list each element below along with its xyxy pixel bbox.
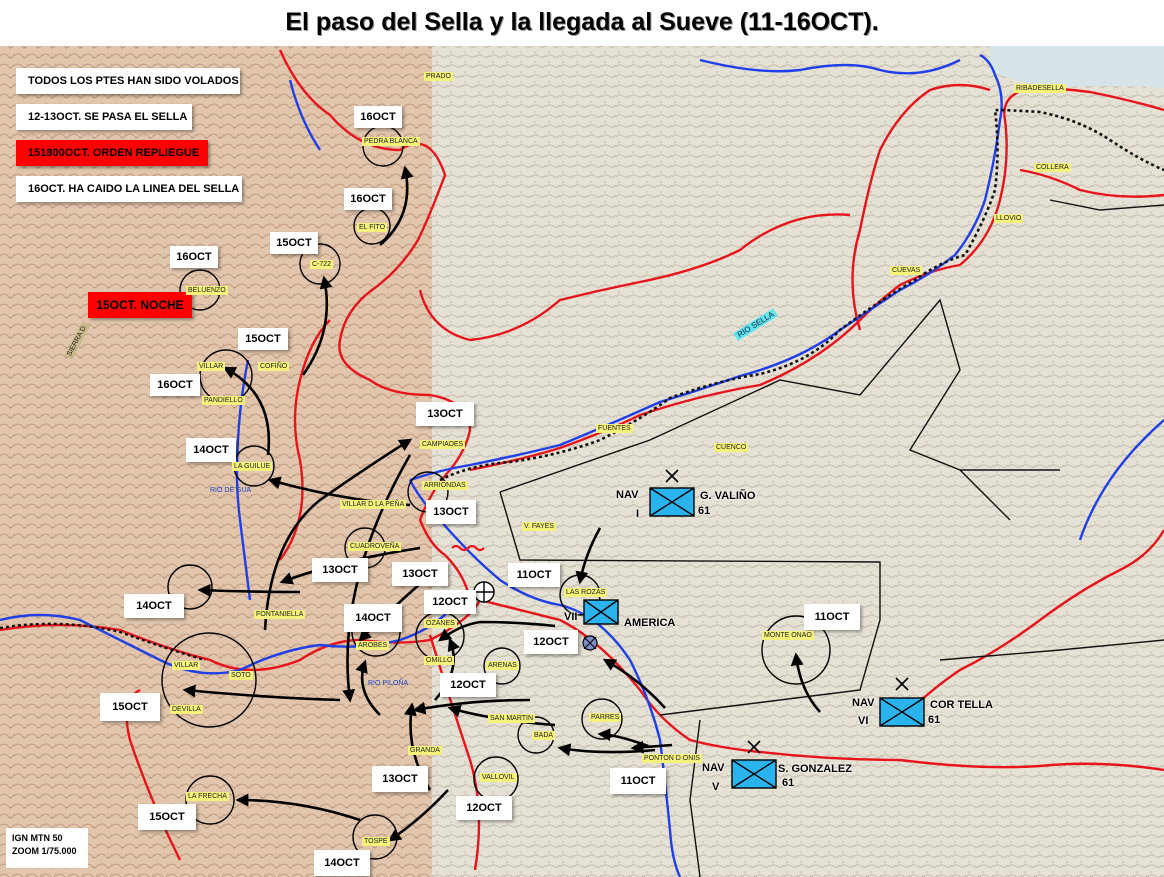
date-label: 16OCT	[170, 246, 218, 268]
date-label: 15OCT	[138, 804, 196, 830]
unit-name-tella: COR TELLA	[930, 699, 993, 711]
note-line-fallen: 16OCT. HA CAIDO LA LINEA DEL SELLA	[16, 176, 242, 202]
unit-side-valino: NAV	[616, 489, 639, 501]
unit-div-tella: 61	[928, 714, 941, 726]
place-label: CUADROVEÑA	[348, 542, 402, 551]
place-label: PRADO	[424, 72, 453, 81]
unit-side-america: VII	[564, 611, 578, 623]
place-label: RIBADESELLA	[1014, 84, 1066, 93]
unit-side-gonzalez: NAV	[702, 762, 725, 774]
date-label: 13OCT	[372, 766, 428, 792]
place-label: VILLAR	[172, 661, 201, 670]
place-label: TOSPE	[362, 837, 390, 846]
date-label: 11OCT	[508, 563, 560, 587]
place-label: V. FAYES	[522, 522, 556, 531]
date-label: 12OCT	[424, 590, 476, 614]
unit-corps-valino: I	[636, 508, 640, 520]
unit-corps-gonzalez: V	[712, 781, 720, 793]
place-label: FUENTES	[596, 424, 633, 433]
date-label: 12OCT	[456, 796, 512, 820]
legend-line-2: ZOOM 1/75.000	[12, 846, 77, 856]
place-label: BELUENZO	[186, 286, 228, 295]
place-label: FONTANIELLA	[254, 610, 306, 619]
date-label: 16OCT	[344, 188, 392, 210]
note-crossing: 12-13OCT. SE PASA EL SELLA	[16, 104, 192, 130]
place-label: ARRIONDAS	[422, 481, 468, 490]
place-label: CAMPIADES	[420, 440, 466, 449]
unit-name-america: AMERICA	[624, 617, 676, 629]
unit-div-valino: 61	[698, 505, 711, 517]
date-label: 13OCT	[392, 562, 448, 586]
place-label: OZANES	[424, 619, 457, 628]
place-label: CUENCO	[714, 443, 749, 452]
place-label: LA GUILUE	[232, 462, 273, 471]
date-label: 15OCT	[270, 232, 318, 254]
place-label: COLLERA	[1034, 163, 1071, 172]
map-canvas	[0, 46, 1164, 877]
place-label: SOTO	[229, 671, 253, 680]
place-label: COFIÑO	[258, 362, 290, 371]
place-label: LA FRECHA	[186, 792, 229, 801]
date-label: 16OCT	[354, 106, 402, 128]
date-label: 16OCT	[150, 374, 200, 396]
date-label: 15OCT	[238, 328, 288, 350]
note-night: 15OCT. NOCHE	[88, 292, 192, 318]
place-label: C-722	[310, 260, 334, 269]
date-label: 13OCT	[426, 500, 476, 524]
legend-line-1: IGN MTN 50	[12, 833, 63, 843]
date-label: 11OCT	[804, 604, 860, 630]
date-label: 11OCT	[610, 768, 666, 794]
date-label: 12OCT	[524, 630, 578, 654]
place-label: PONTON D ONIS	[642, 754, 702, 763]
note-bridges: TODOS LOS PTES HAN SIDO VOLADOS	[16, 68, 240, 94]
place-label: SAN MARTIN	[488, 714, 536, 723]
map-title: El paso del Sella y la llegada al Sueve …	[285, 8, 879, 36]
place-label: AROBES	[356, 641, 390, 650]
place-label: PEDRA BLANCA	[362, 137, 420, 146]
note-withdraw-order: 151800OCT. ORDEN REPLIEGUE	[16, 140, 208, 166]
place-label: LAS ROZAS	[564, 588, 608, 597]
place-label: BADA	[532, 731, 556, 740]
river-label-gua: RIO DE GUA	[210, 487, 252, 494]
date-label: 12OCT	[440, 673, 496, 697]
date-label: 15OCT	[100, 693, 160, 721]
place-label: EL FITO	[357, 223, 388, 232]
place-label: GRANDA	[408, 746, 442, 755]
date-label: 14OCT	[314, 850, 370, 876]
place-label: VILLAR D LA PEÑA	[340, 500, 407, 509]
crossing-symbol	[582, 635, 598, 651]
place-label: MONTE ONAO	[762, 631, 814, 640]
place-label: ARENAS	[486, 661, 519, 670]
unit-name-gonzalez: S. GONZALEZ	[778, 763, 852, 775]
date-label: 13OCT	[312, 558, 368, 582]
place-label: VILLAR	[197, 362, 226, 371]
place-label: OMILLO	[424, 656, 455, 665]
place-label: CUEVAS	[890, 266, 923, 275]
place-label: LLOVIO	[994, 214, 1024, 223]
map-source-legend: IGN MTN 50 ZOOM 1/75.000	[6, 828, 88, 868]
unit-div-gonzalez: 61	[782, 777, 795, 789]
place-label: DEVILLA	[170, 705, 203, 714]
place-label: PARRES	[589, 713, 622, 722]
unit-corps-tella: VI	[858, 715, 869, 727]
unit-name-valino: G. VALIÑO	[700, 490, 756, 502]
unit-symbol-america	[583, 599, 619, 625]
place-label: VALLOVIL	[480, 773, 517, 782]
date-label: 13OCT	[416, 402, 474, 426]
river-label-pilona: RIO PILOÑA	[368, 680, 409, 687]
place-label: PANDIELLO	[202, 396, 245, 405]
unit-side-tella: NAV	[852, 697, 875, 709]
crossing-symbol	[473, 581, 495, 603]
date-label: 14OCT	[124, 594, 184, 618]
date-label: 14OCT	[186, 438, 236, 462]
date-label: 14OCT	[344, 604, 402, 632]
